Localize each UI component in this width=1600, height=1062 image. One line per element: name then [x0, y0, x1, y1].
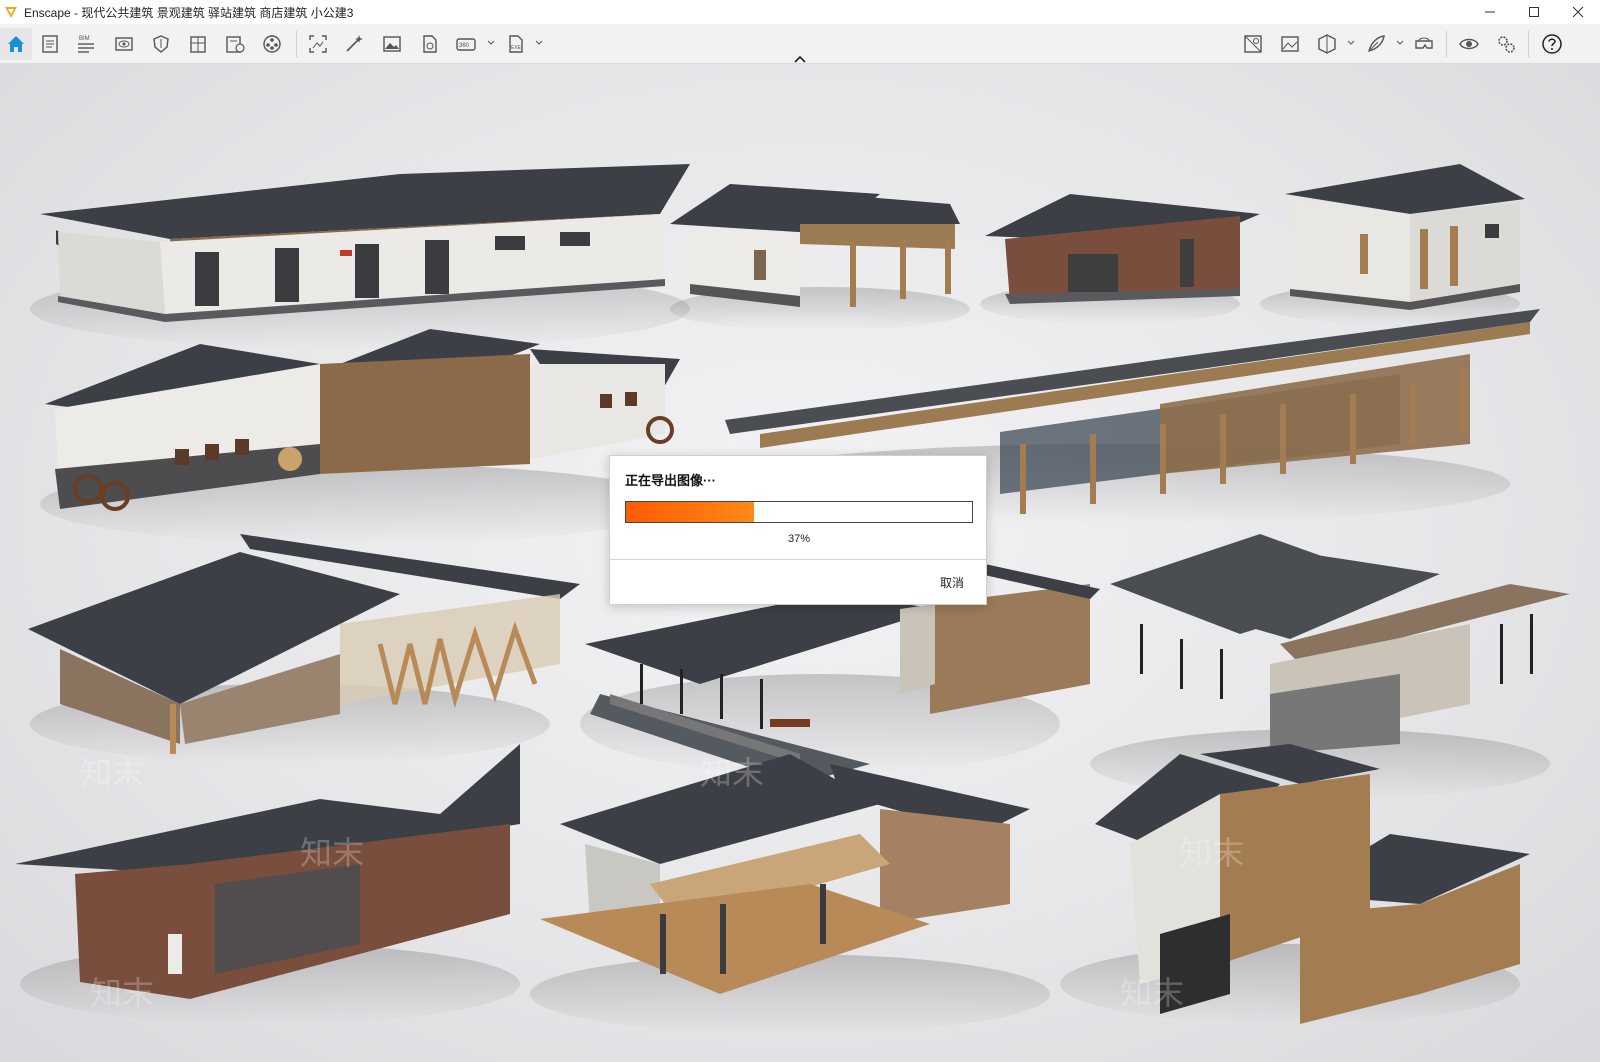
export-progress-dialog: 正在导出图像··· 37% 取消	[609, 455, 987, 605]
building-model-1	[30, 164, 690, 349]
progress-bar	[625, 501, 973, 523]
settings-panel-icon	[226, 36, 245, 53]
watermark-text: 知末	[80, 754, 144, 792]
toolbar-separator	[1528, 31, 1529, 57]
feather-dropdown-caret[interactable]	[1395, 38, 1405, 48]
building-model-4	[1260, 164, 1525, 324]
screenshot-icon	[309, 35, 327, 53]
home-icon	[8, 36, 24, 52]
svg-text:360: 360	[459, 43, 470, 49]
maximize-button[interactable]	[1512, 0, 1556, 24]
chevron-down-icon	[1347, 40, 1355, 45]
vr-headset-icon	[1415, 37, 1433, 49]
general-settings-button[interactable]	[1490, 28, 1522, 60]
progress-bar-fill	[626, 502, 755, 522]
building-model-2	[670, 184, 970, 331]
visual-settings-eye-icon	[1459, 38, 1479, 50]
screenshot-button[interactable]	[302, 28, 334, 60]
panorama-button[interactable]: 360	[450, 28, 482, 60]
shield-button[interactable]	[145, 28, 177, 60]
help-icon	[1542, 34, 1562, 54]
watermark-text: 知末	[1180, 834, 1244, 872]
building-model-7	[28, 534, 580, 764]
minimize-button[interactable]	[1468, 0, 1512, 24]
close-button[interactable]	[1556, 0, 1600, 24]
building-model-11	[530, 754, 1050, 1034]
enscape-logo-icon	[5, 7, 17, 18]
view-button[interactable]	[108, 28, 140, 60]
help-button[interactable]	[1536, 28, 1568, 60]
visual-settings-button[interactable]	[1453, 28, 1485, 60]
gears-icon	[1498, 36, 1515, 53]
vr-button[interactable]	[1408, 28, 1440, 60]
svg-text:EXE: EXE	[511, 45, 522, 51]
batch-render-icon	[423, 35, 437, 53]
magic-wand-button[interactable]	[338, 28, 370, 60]
dialog-title: 正在导出图像···	[625, 473, 716, 488]
magic-wand-icon	[346, 35, 363, 52]
panorama-360-icon: 360	[456, 38, 476, 51]
home-button[interactable]	[0, 28, 32, 60]
watermark-text: 知末	[1120, 974, 1184, 1012]
panel-icon	[190, 36, 206, 53]
window-title: Enscape - 现代公共建筑 景观建筑 驿站建筑 商店建筑 小公建3	[24, 5, 354, 20]
batch-render-button[interactable]	[413, 28, 445, 60]
material-button[interactable]	[1237, 28, 1269, 60]
gallery-button[interactable]	[1274, 28, 1306, 60]
image-button[interactable]	[376, 28, 408, 60]
title-bar: Enscape - 现代公共建筑 景观建筑 驿站建筑 商店建筑 小公建3	[0, 0, 1600, 24]
cube-view-button[interactable]	[1311, 28, 1343, 60]
cube-view-icon	[1318, 34, 1336, 54]
toolbar-separator	[1446, 31, 1447, 57]
building-model-5	[40, 329, 680, 544]
export-button[interactable]: EXE	[500, 28, 532, 60]
render-viewport[interactable]: 知末 知末 知末 知末 知末 知末 正在导出图像··· 37% 取消	[0, 64, 1600, 1062]
video-button[interactable]	[256, 28, 288, 60]
window-controls	[1468, 0, 1600, 24]
image-icon	[383, 36, 401, 52]
minimize-icon	[1485, 11, 1495, 13]
panel-button[interactable]	[182, 28, 214, 60]
cancel-button[interactable]: 取消	[940, 574, 964, 591]
toolbar-separator	[296, 31, 297, 57]
feather-button[interactable]	[1360, 28, 1392, 60]
bim-icon: BIM	[78, 36, 94, 53]
eye-icon	[115, 37, 133, 51]
material-icon	[1244, 35, 1262, 53]
gallery-icon	[1281, 36, 1299, 52]
export-exe-icon: EXE	[509, 35, 523, 53]
export-dropdown-caret[interactable]	[534, 38, 544, 48]
building-model-3	[980, 194, 1260, 324]
film-reel-icon	[263, 35, 281, 53]
collapse-toolbar-chevron-icon[interactable]	[792, 54, 808, 64]
progress-percent: 37%	[787, 533, 811, 545]
maximize-icon	[1529, 7, 1539, 17]
document-icon	[42, 35, 58, 53]
close-icon	[1572, 6, 1584, 18]
watermark-text: 知末	[700, 754, 764, 792]
watermark-text: 知末	[300, 834, 364, 872]
shield-icon	[153, 35, 169, 53]
chevron-down-icon	[487, 40, 495, 45]
chevron-down-icon	[535, 40, 543, 45]
svg-text:BIM: BIM	[79, 36, 90, 42]
settings-panel-button[interactable]	[219, 28, 251, 60]
feather-icon	[1368, 35, 1385, 52]
chevron-down-icon	[1396, 40, 1404, 45]
bim-button[interactable]: BIM	[70, 28, 102, 60]
dialog-divider	[610, 559, 986, 560]
document-button[interactable]	[34, 28, 66, 60]
watermark-text: 知末	[90, 974, 154, 1012]
cube-view-dropdown-caret[interactable]	[1346, 38, 1356, 48]
panorama-dropdown-caret[interactable]	[486, 38, 496, 48]
